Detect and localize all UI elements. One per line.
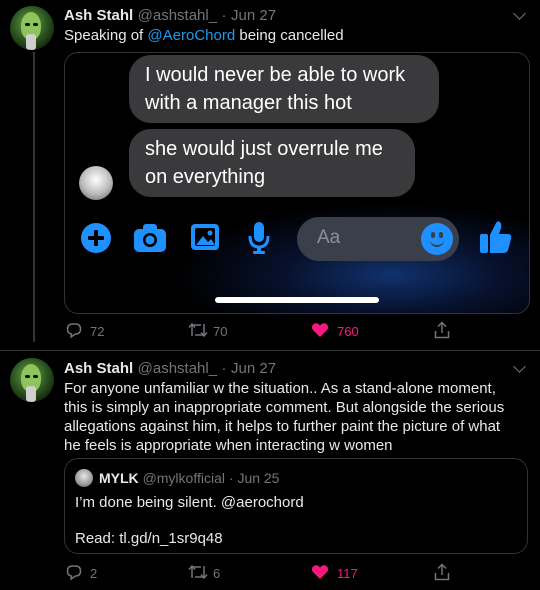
image-icon[interactable] [190,223,220,251]
reply-count: 72 [90,324,105,339]
mention-link[interactable]: @AeroChord [147,27,235,44]
separator-dot: · [221,7,227,24]
quoted-tweet[interactable]: MYLK @mylkofficial · Jun 25 I’m done bei… [64,458,528,554]
tweet-date[interactable]: Jun 27 [231,7,276,24]
share-icon[interactable] [434,563,450,581]
emoji-icon[interactable] [421,223,453,255]
plus-icon[interactable] [81,223,111,253]
reply-icon[interactable] [66,564,82,580]
quoted-avatar [75,469,93,487]
mic-icon[interactable] [247,221,271,255]
retweet-icon[interactable] [188,321,208,339]
tweet-divider [0,350,540,351]
quoted-text-line-2: Read: tl.gd/n_1sr9q48 [75,530,223,547]
tweet-media[interactable]: I would never be able to work with a man… [64,52,530,314]
avatar[interactable] [10,358,54,402]
share-icon[interactable] [434,321,450,339]
tweet-text: For anyone unfamiliar w the situation.. … [64,380,505,454]
reply-count: 2 [90,566,98,581]
like-count: 117 [337,566,358,581]
tweet-date[interactable]: Jun 27 [231,360,276,377]
tweet-header: Ash Stahl @ashstahl_ · Jun 27 [64,7,276,25]
input-placeholder: Aa [317,227,341,248]
retweet-count: 70 [213,324,228,339]
chevron-down-icon[interactable] [513,7,526,20]
chevron-down-icon[interactable] [513,360,526,373]
camera-icon[interactable] [133,223,167,253]
message-input[interactable]: Aa [297,217,459,261]
heart-icon[interactable] [311,322,329,338]
tweet-header: Ash Stahl @ashstahl_ · Jun 27 [64,360,276,378]
quoted-text-line-1: I’m done being silent. @aerochord [75,494,304,511]
author-handle[interactable]: @ashstahl_ [138,7,217,24]
retweet-icon[interactable] [188,563,208,581]
message-bubble-2: she would just overrule me on everything [129,129,415,197]
retweet-count: 6 [213,566,221,581]
quoted-separator-dot: · [228,470,234,486]
sender-avatar [79,166,113,200]
home-indicator [215,297,379,303]
thumbs-up-icon[interactable] [479,219,513,255]
quoted-author-name: MYLK [99,470,139,486]
tweet-text: Speaking of @AeroChord being cancelled [64,27,344,44]
author-handle[interactable]: @ashstahl_ [138,360,217,377]
message-bubble-1: I would never be able to work with a man… [129,55,439,123]
quoted-author-handle: @mylkofficial [142,470,225,486]
author-name[interactable]: Ash Stahl [64,360,133,377]
like-count: 760 [337,324,359,339]
heart-icon[interactable] [311,564,329,580]
avatar[interactable] [10,6,54,50]
quoted-date: Jun 25 [237,470,280,486]
quoted-header: MYLK @mylkofficial · Jun 25 [99,470,279,486]
thread-line [33,52,35,342]
reply-icon[interactable] [66,322,82,338]
author-name[interactable]: Ash Stahl [64,7,133,24]
separator-dot: · [221,360,227,377]
